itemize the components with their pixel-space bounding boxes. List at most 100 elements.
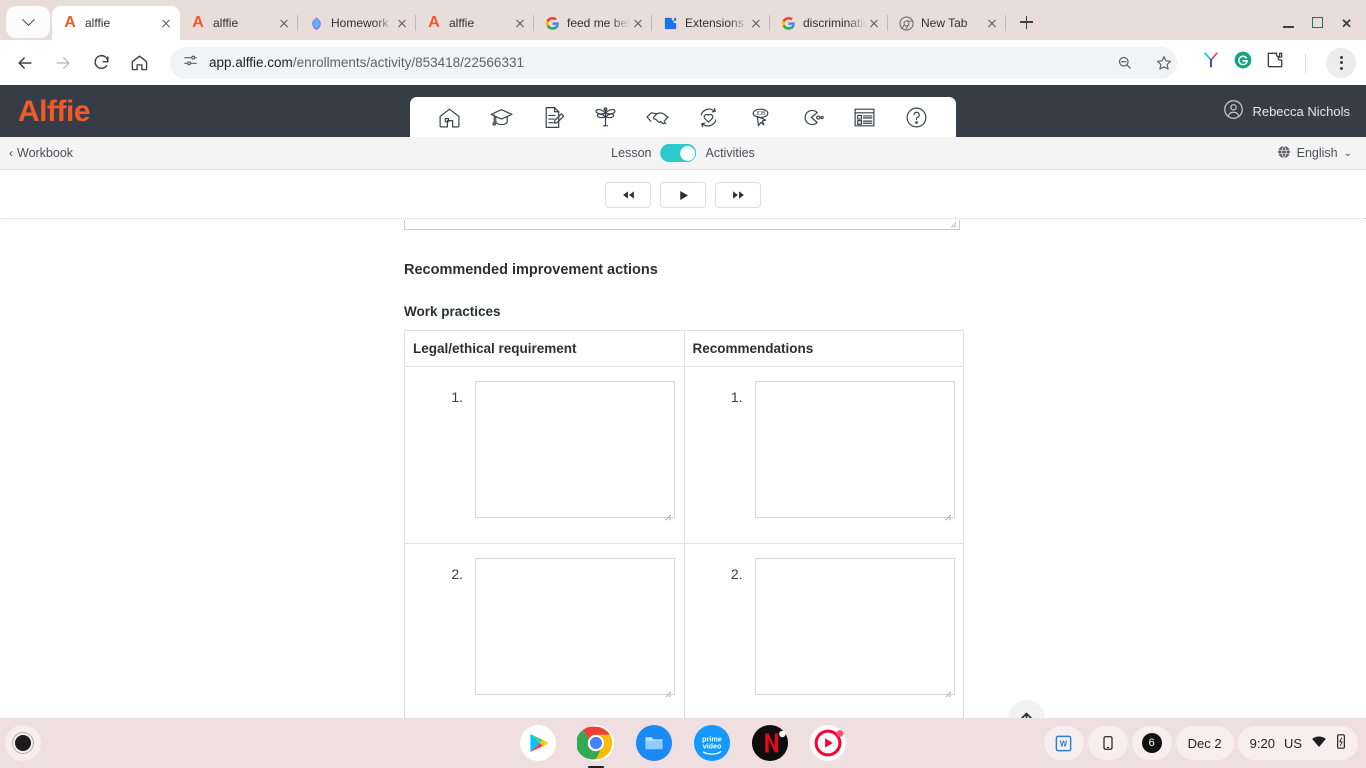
- language-selector[interactable]: English ⌄: [1277, 145, 1352, 162]
- tab-close-button[interactable]: [748, 15, 764, 31]
- user-menu[interactable]: Rebecca Nichols: [1223, 99, 1350, 123]
- nav-item-support[interactable]: [642, 102, 672, 132]
- tab-search-button[interactable]: [6, 6, 50, 38]
- browser-tab[interactable]: Extensions - C: [652, 6, 770, 40]
- grammarly-icon[interactable]: [1233, 50, 1253, 75]
- nav-item-jobs[interactable]: JOB: [746, 102, 776, 132]
- browser-tab[interactable]: Aalffie: [52, 6, 180, 40]
- home-icon[interactable]: [124, 48, 154, 78]
- app-logo[interactable]: Alffie: [18, 95, 91, 129]
- play-store-icon: [519, 724, 557, 762]
- browser-tab[interactable]: Aalffie: [180, 6, 298, 40]
- taskbar-app-chrome[interactable]: [577, 724, 615, 768]
- minimize-button[interactable]: [1283, 17, 1295, 30]
- requirement-input[interactable]: [475, 381, 675, 518]
- address-bar[interactable]: app.alffie.com/enrollments/activity/8534…: [170, 46, 1177, 79]
- tab-title: alffie: [449, 16, 475, 30]
- browser-tab[interactable]: feed me bella: [534, 6, 652, 40]
- browser-tab[interactable]: discriminatio: [770, 6, 888, 40]
- recommendation-input[interactable]: [754, 558, 955, 695]
- google-icon: [781, 16, 795, 30]
- nav-item-courses[interactable]: [487, 102, 517, 132]
- new-tab-button[interactable]: [1012, 8, 1040, 36]
- tab-close-button[interactable]: [984, 15, 1000, 31]
- star-icon[interactable]: [1149, 48, 1179, 78]
- extensions-puzzle-icon[interactable]: [1265, 50, 1285, 75]
- item-number: 1.: [451, 389, 463, 405]
- scroll-to-top-fab[interactable]: [1008, 700, 1045, 718]
- extensions-puzzle-icon: [664, 17, 676, 29]
- playback-controls: [0, 170, 1366, 208]
- language-label: English: [1296, 146, 1338, 160]
- handshake-icon: [646, 111, 669, 124]
- zoom-out-icon[interactable]: [1109, 48, 1139, 78]
- site-settings-icon[interactable]: [182, 52, 199, 74]
- os-taskbar: prime video W 6 Dec 2 9:20 US: [0, 718, 1366, 768]
- back-arrow-icon[interactable]: [10, 48, 40, 78]
- rewind-button[interactable]: [605, 182, 651, 208]
- nav-item-wellbeing[interactable]: [590, 102, 620, 132]
- tab-close-button[interactable]: [394, 15, 410, 31]
- play-button[interactable]: [660, 182, 706, 208]
- news-icon: [854, 108, 875, 126]
- tab-close-button[interactable]: [866, 15, 882, 31]
- browser-toolbar: app.alffie.com/enrollments/activity/8534…: [0, 40, 1366, 85]
- taskbar-app-play-store[interactable]: [519, 724, 557, 762]
- browser-tab[interactable]: Aalffie: [416, 6, 534, 40]
- nav-item-games[interactable]: [797, 102, 827, 132]
- taskbar-app-netflix[interactable]: [751, 724, 789, 762]
- word-app-button[interactable]: W: [1043, 726, 1084, 760]
- lesson-activities-toggle[interactable]: [660, 144, 697, 162]
- tab-close-button[interactable]: [630, 15, 646, 31]
- main-navigation: JOB: [410, 97, 956, 137]
- notification-button[interactable]: 6: [1131, 726, 1172, 760]
- copilot-icon: [311, 16, 321, 30]
- taskbar-locale: US: [1283, 735, 1302, 751]
- svg-text:W: W: [1060, 739, 1068, 748]
- calendar-date-button[interactable]: Dec 2: [1175, 726, 1234, 760]
- toolbar-divider: [1305, 52, 1306, 73]
- tab-close-button[interactable]: [276, 15, 292, 31]
- fast-forward-button[interactable]: [715, 182, 761, 208]
- maximize-button[interactable]: [1312, 17, 1324, 30]
- taskbar-app-prime-video[interactable]: prime video: [693, 724, 731, 762]
- taskbar-app-files[interactable]: [635, 724, 673, 762]
- tab-close-button[interactable]: [512, 15, 528, 31]
- url-path: /enrollments/activity/853418/22566331: [292, 55, 524, 70]
- nav-item-news[interactable]: [849, 102, 879, 132]
- system-tray-button[interactable]: 9:20 US: [1237, 726, 1358, 760]
- nav-item-home[interactable]: [435, 102, 465, 132]
- phone-hub-button[interactable]: [1087, 726, 1128, 760]
- reload-icon[interactable]: [86, 48, 116, 78]
- three-dot-menu-icon[interactable]: [1326, 47, 1356, 78]
- tab-favicon: [780, 15, 796, 31]
- nav-item-help[interactable]: [901, 102, 931, 132]
- tab-close-button[interactable]: [158, 15, 174, 31]
- window-controls: ✕: [1283, 17, 1366, 40]
- browser-tab[interactable]: New Tab: [888, 6, 1006, 40]
- y-extension-icon[interactable]: [1201, 50, 1221, 75]
- phone-hub-icon: [1103, 736, 1113, 750]
- table-row: 2. 2.: [404, 543, 964, 718]
- tab-list: Aalffie Aalffie Homework S Aalffie feed me b…: [52, 0, 1006, 40]
- taskbar-app-youtube-music[interactable]: [809, 724, 847, 762]
- forward-arrow-icon[interactable]: [48, 48, 78, 78]
- tab-title: Homework S: [331, 16, 394, 30]
- word-app-icon: W: [1055, 735, 1072, 751]
- tab-favicon: A: [190, 15, 206, 31]
- recommendation-input[interactable]: [754, 381, 955, 518]
- browser-tab[interactable]: Homework S: [298, 6, 416, 40]
- question-mark-icon: [906, 107, 927, 127]
- requirement-input[interactable]: [475, 558, 675, 695]
- files-folder-icon: [635, 724, 673, 762]
- chevron-down-icon: [21, 12, 35, 26]
- chevron-down-icon: ⌄: [1343, 147, 1352, 159]
- launcher-button[interactable]: [5, 725, 41, 761]
- nav-item-workbook[interactable]: [538, 102, 568, 132]
- nav-item-health[interactable]: [694, 102, 724, 132]
- previous-answer-textarea[interactable]: [404, 220, 960, 230]
- home-icon: [439, 108, 460, 127]
- close-window-button[interactable]: ✕: [1341, 17, 1352, 30]
- breadcrumb[interactable]: ‹ Workbook: [9, 146, 73, 160]
- column-header-requirement: Legal/ethical requirement: [404, 330, 685, 367]
